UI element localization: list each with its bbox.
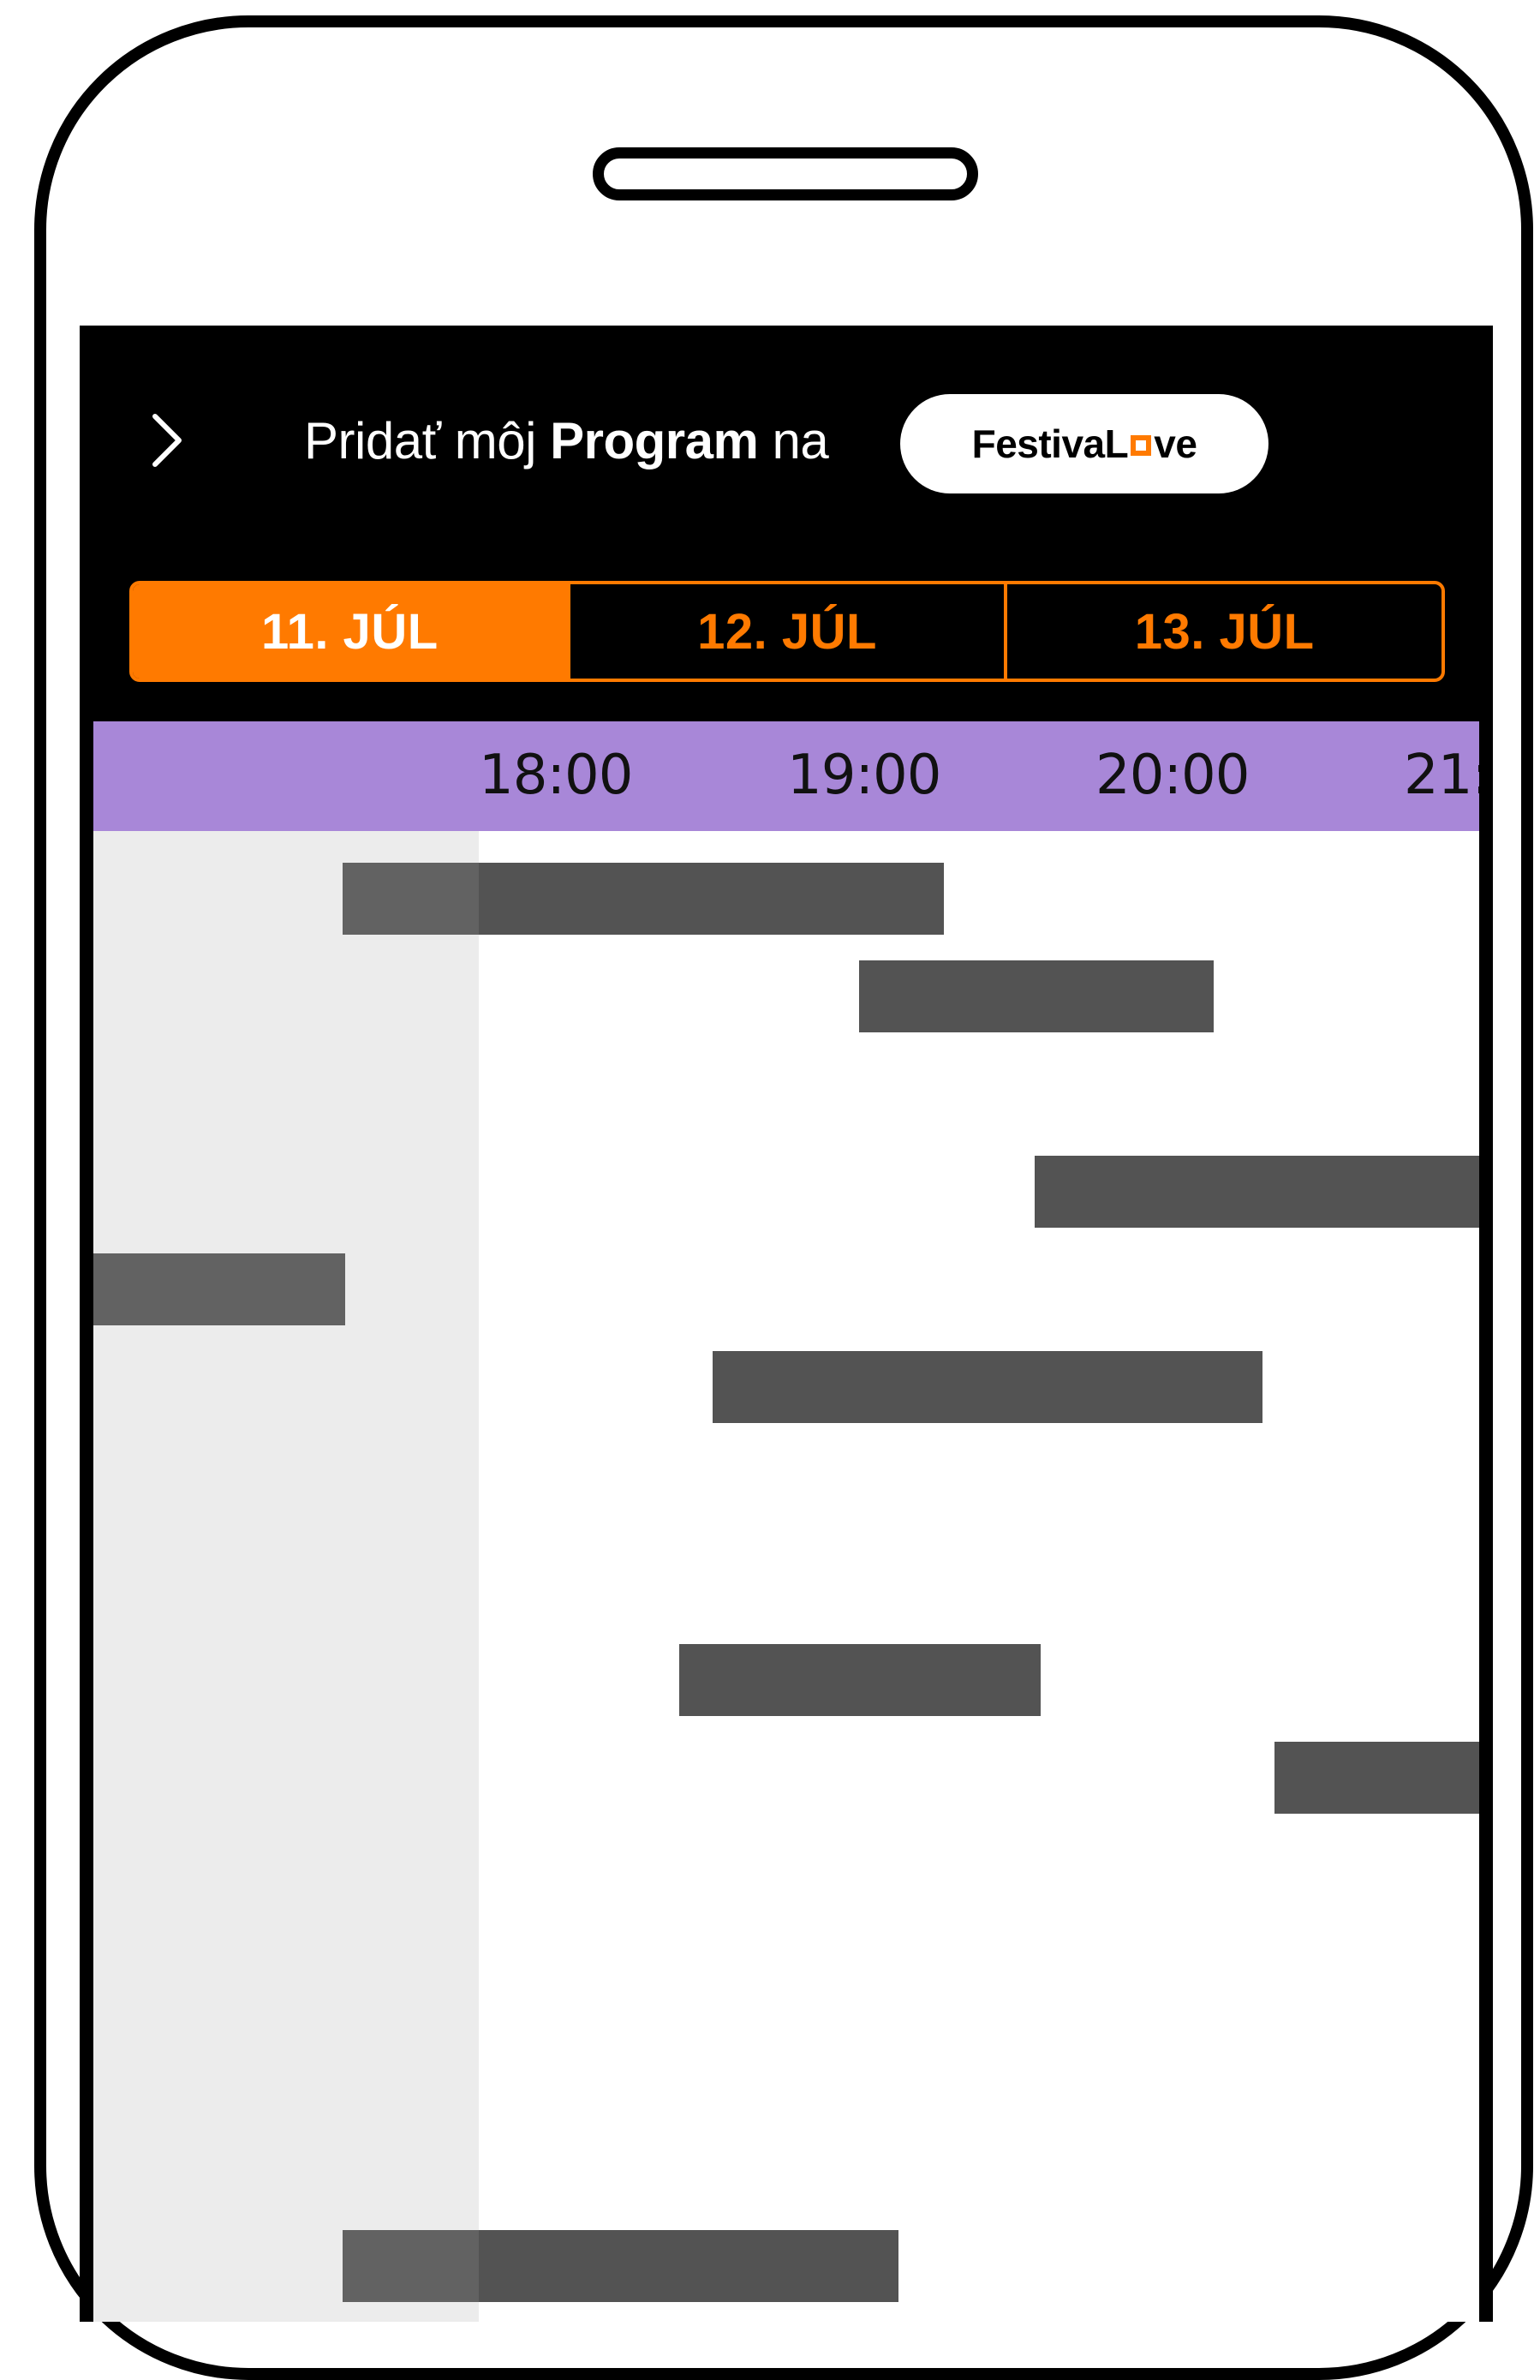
brand-text-part2: ve bbox=[1154, 422, 1197, 466]
time-label-2100: 21: bbox=[1404, 744, 1479, 807]
date-tabs: 11. JÚL 12. JÚL 13. JÚL bbox=[129, 581, 1445, 682]
past-time-area bbox=[93, 831, 479, 2322]
schedule-timeline[interactable]: 18:00 19:00 20:00 21: bbox=[93, 721, 1479, 2322]
event-block[interactable] bbox=[342, 2230, 898, 2302]
tab-day-1[interactable]: 11. JÚL bbox=[133, 584, 567, 679]
event-block[interactable] bbox=[1274, 1742, 1479, 1814]
time-label-1900: 19:00 bbox=[787, 744, 941, 807]
tab-day-2[interactable]: 12. JÚL bbox=[566, 584, 1005, 679]
add-program-text: Pridať môj Program na bbox=[304, 412, 829, 469]
event-block[interactable] bbox=[679, 1644, 1042, 1716]
event-block[interactable] bbox=[1035, 1156, 1479, 1228]
festivalove-button[interactable]: FestivaL ve bbox=[900, 394, 1268, 493]
event-block[interactable] bbox=[858, 960, 1215, 1032]
header-bar: Pridať môj Program na FestivaL ve bbox=[80, 394, 1493, 497]
event-block[interactable] bbox=[713, 1351, 1263, 1423]
app-screen: Pridať môj Program na FestivaL ve 11. JÚL… bbox=[80, 326, 1493, 2322]
brand-text-part1: FestivaL bbox=[971, 422, 1129, 466]
phone-speaker bbox=[593, 147, 978, 200]
time-label-2000: 20:00 bbox=[1095, 744, 1250, 807]
time-label-1800: 18:00 bbox=[479, 744, 633, 807]
brand-square-icon bbox=[1131, 435, 1152, 456]
tab-day-3[interactable]: 13. JÚL bbox=[1004, 584, 1442, 679]
chevron-right-icon[interactable] bbox=[146, 406, 188, 475]
header-text-bold: Program bbox=[550, 412, 759, 469]
event-block[interactable] bbox=[342, 863, 944, 935]
header-text-post: na bbox=[758, 412, 829, 469]
header-text-pre: Pridať môj bbox=[304, 412, 551, 469]
event-block[interactable] bbox=[93, 1253, 346, 1325]
time-header: 18:00 19:00 20:00 21: bbox=[93, 721, 1479, 831]
